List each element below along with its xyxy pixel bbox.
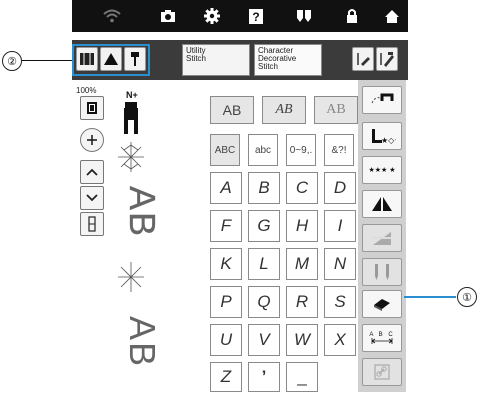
stitch-preview: N+ AB AB	[110, 90, 163, 392]
zoom-label: 100%	[76, 86, 97, 95]
mode-numbers-button[interactable]: 0~9,.	[286, 134, 316, 166]
key-K[interactable]: K	[210, 248, 242, 280]
chevron-up-icon	[86, 168, 98, 176]
callout-1: ①	[457, 287, 477, 307]
plus-icon	[87, 135, 97, 145]
needle-label: N+	[126, 90, 138, 100]
key-X[interactable]: X	[324, 324, 356, 356]
key-P[interactable]: P	[210, 286, 242, 318]
stitch-density-button[interactable]: ★★★ ★	[362, 156, 402, 184]
key-U[interactable]: U	[210, 324, 242, 356]
svg-text:★◇★: ★◇★	[381, 136, 396, 145]
twin-needle-icon	[375, 264, 389, 280]
twin-needle-button-disabled[interactable]	[362, 258, 402, 286]
mirror-icon	[372, 197, 392, 211]
mode-lowercase-button[interactable]: abc	[248, 134, 278, 166]
key-I[interactable]: I	[324, 210, 356, 242]
thread-color-button[interactable]	[80, 96, 104, 120]
scroll-up-button[interactable]	[80, 160, 104, 184]
mode-uppercase-button[interactable]: ABC	[210, 134, 240, 166]
key-Z[interactable]: Z	[210, 362, 242, 392]
link-button-disabled[interactable]	[362, 358, 402, 386]
utility-tab-line2: Stitch	[186, 54, 207, 63]
callout-1-leader	[404, 296, 456, 298]
thread-cutter-button[interactable]	[362, 86, 402, 114]
character-spacing-button[interactable]: A B C	[362, 324, 402, 352]
presser-foot-button[interactable]	[100, 47, 122, 71]
key-R[interactable]: R	[286, 286, 318, 318]
eraser-icon	[374, 299, 390, 311]
mode-symbols-button[interactable]: &?!	[324, 134, 354, 166]
key-D[interactable]: D	[324, 172, 356, 204]
key-W[interactable]: W	[286, 324, 318, 356]
key-M[interactable]: M	[286, 248, 318, 280]
rotate-button-disabled[interactable]	[362, 224, 402, 252]
thread-cutter-icon	[371, 93, 394, 104]
key-H[interactable]: H	[286, 210, 318, 242]
font-button-2[interactable]: AB	[262, 96, 306, 124]
tutorial-icon[interactable]	[292, 0, 316, 32]
key-N[interactable]: N	[324, 248, 356, 280]
status-bar: ?	[72, 0, 408, 32]
preview-text-top: AB	[122, 186, 163, 239]
callout-2-leader	[22, 60, 72, 61]
stitch-type-button[interactable]: ★◇★	[362, 122, 402, 150]
needle-position-button[interactable]	[124, 47, 146, 71]
key-V[interactable]: V	[248, 324, 280, 356]
camera-icon[interactable]	[156, 0, 180, 32]
preview-text-bottom: AB	[122, 316, 163, 369]
cursor-icon	[88, 216, 96, 232]
chain-link-icon	[374, 364, 390, 380]
callout-2: ②	[2, 51, 22, 71]
chevron-down-icon	[86, 194, 98, 202]
key-Q[interactable]: Q	[248, 286, 280, 318]
key-S[interactable]: S	[324, 286, 356, 318]
font-button-3[interactable]: AB	[314, 96, 358, 124]
svg-text:?: ?	[252, 10, 259, 24]
settings-gear-icon[interactable]	[200, 0, 224, 32]
scroll-down-button[interactable]	[80, 186, 104, 210]
zoom-in-button[interactable]	[80, 128, 104, 152]
key-C[interactable]: C	[286, 172, 318, 204]
eraser-button[interactable]	[362, 290, 402, 318]
key-A[interactable]: A	[210, 172, 242, 204]
mirror-image-button[interactable]	[362, 190, 402, 218]
key-space[interactable]: _	[286, 362, 318, 392]
character-decorative-stitch-tab[interactable]: Character Decorative Stitch	[254, 44, 322, 76]
category-toolbar: Utility Stitch Character Decorative Stit…	[72, 40, 408, 80]
cursor-position-button[interactable]	[80, 212, 104, 236]
key-B[interactable]: B	[248, 172, 280, 204]
stitch-type-icon: ★◇★	[372, 129, 396, 145]
rotate-icon	[373, 232, 391, 245]
help-icon[interactable]: ?	[244, 0, 268, 32]
spacing-arrows-icon	[371, 338, 393, 344]
key-F[interactable]: F	[210, 210, 242, 242]
lock-icon[interactable]	[340, 0, 364, 32]
embroidery-frame-button[interactable]	[76, 47, 98, 71]
edit-stitch-button[interactable]	[352, 47, 374, 71]
font-button-1[interactable]: AB	[210, 96, 254, 124]
character-tab-line3: Stitch	[258, 62, 279, 71]
key-apostrophe[interactable]: ’	[248, 362, 280, 392]
memory-edit-button[interactable]	[376, 47, 398, 71]
key-G[interactable]: G	[248, 210, 280, 242]
home-icon[interactable]	[380, 0, 404, 32]
wifi-icon[interactable]	[100, 0, 124, 32]
utility-stitch-tab[interactable]: Utility Stitch	[182, 44, 250, 76]
key-L[interactable]: L	[248, 248, 280, 280]
